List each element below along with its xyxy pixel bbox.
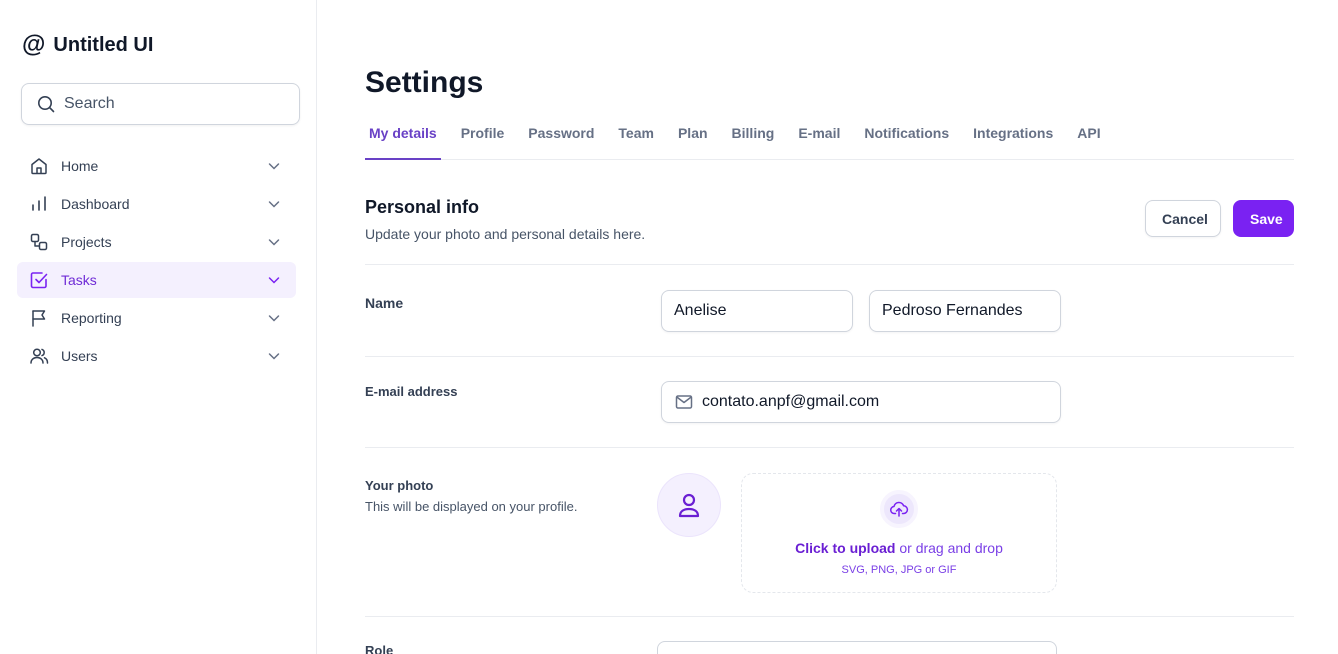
role-select[interactable] [657,641,1057,654]
photo-row: Your photo This will be displayed on you… [365,448,1294,617]
sidebar-item-projects[interactable]: Projects [17,224,296,260]
tab-password[interactable]: Password [524,116,598,160]
cancel-button[interactable]: Cancel [1145,200,1221,237]
users-icon [29,346,49,366]
user-icon [678,493,700,518]
sidebar: @ Untitled UI Home Dashboard Projects [0,0,317,654]
tab-integrations[interactable]: Integrations [969,116,1057,160]
form-actions: Cancel Save [1145,200,1294,237]
avatar [657,473,721,537]
email-label: E-mail address [365,384,458,399]
chevron-down-icon[interactable] [266,272,282,288]
email-row: E-mail address [365,357,1294,448]
search-icon [38,96,55,113]
sidebar-item-label: Tasks [61,272,97,288]
sidebar-nav: Home Dashboard Projects Tasks Reporting … [17,148,296,376]
projects-icon [29,232,49,252]
flag-icon [29,308,49,328]
brand-name: Untitled UI [53,33,154,56]
role-row: Role [365,617,1294,654]
first-name-field[interactable] [661,290,853,332]
sidebar-item-label: Reporting [61,310,122,326]
personal-info-header: Personal info Update your photo and pers… [365,197,1294,265]
role-label: Role [365,643,394,654]
sidebar-item-label: Home [61,158,99,174]
name-label: Name [365,295,404,311]
email-input[interactable] [702,393,1048,411]
photo-help: This will be displayed on your profile. [365,499,578,514]
tab-profile[interactable]: Profile [457,116,509,160]
search-input[interactable] [64,95,264,113]
home-icon [29,156,49,176]
upload-cloud-icon [880,490,918,528]
tab-team[interactable]: Team [614,116,658,160]
chevron-down-icon[interactable] [266,234,282,250]
upload-formats-hint: SVG, PNG, JPG or GIF [841,564,957,576]
settings-tabs: My details Profile Password Team Plan Bi… [365,116,1294,160]
sidebar-item-label: Projects [61,234,112,250]
chevron-down-icon[interactable] [266,310,282,326]
tab-email[interactable]: E-mail [794,116,844,160]
mail-icon [674,392,694,412]
upload-text: Click to upload or drag and drop [795,540,1003,556]
sidebar-item-label: Dashboard [61,196,130,212]
sidebar-item-reporting[interactable]: Reporting [17,300,296,336]
page-title: Settings [365,66,484,99]
first-name-input[interactable] [674,302,840,320]
tab-billing[interactable]: Billing [728,116,779,160]
brand[interactable]: @ Untitled UI [22,33,153,57]
search-box[interactable] [21,83,300,125]
chevron-down-icon[interactable] [266,158,282,174]
last-name-field[interactable] [869,290,1061,332]
tab-plan[interactable]: Plan [674,116,712,160]
click-to-upload-link[interactable]: Click to upload [795,540,895,556]
sidebar-item-home[interactable]: Home [17,148,296,184]
photo-label: Your photo [365,478,434,493]
email-field[interactable] [661,381,1061,423]
sidebar-item-label: Users [61,348,98,364]
last-name-input[interactable] [882,302,1048,320]
tab-my-details[interactable]: My details [365,116,441,160]
chevron-down-icon[interactable] [266,196,282,212]
tab-api[interactable]: API [1073,116,1104,160]
tab-notifications[interactable]: Notifications [860,116,953,160]
sidebar-item-users[interactable]: Users [17,338,296,374]
check-square-icon [29,270,49,290]
save-button[interactable]: Save [1233,200,1294,237]
upload-dropzone[interactable]: Click to upload or drag and drop SVG, PN… [741,473,1057,593]
sidebar-item-tasks[interactable]: Tasks [17,262,296,298]
bar-chart-icon [29,194,49,214]
upload-rest-text: or drag and drop [895,540,1003,556]
name-row: Name [365,265,1294,357]
at-sign-logo-icon: @ [22,31,46,58]
sidebar-item-dashboard[interactable]: Dashboard [17,186,296,222]
chevron-down-icon[interactable] [266,348,282,364]
